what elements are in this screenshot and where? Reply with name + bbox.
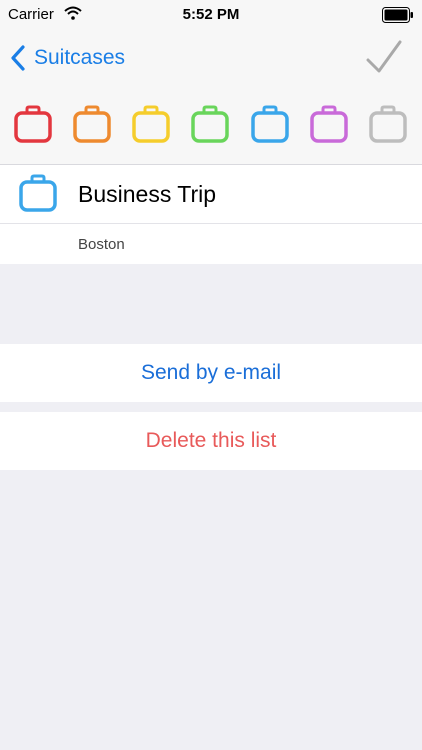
checkmark-icon[interactable] <box>364 38 404 78</box>
suitcase-swatch-orange[interactable] <box>72 104 112 144</box>
suitcase-swatch-yellow[interactable] <box>131 104 171 144</box>
list-title-row <box>0 165 422 224</box>
battery-icon <box>382 7 413 23</box>
back-button-label: Suitcases <box>34 46 126 69</box>
delete-list-button[interactable]: Delete this list <box>0 412 422 470</box>
back-button[interactable]: Suitcases <box>10 40 125 76</box>
color-picker <box>0 88 422 165</box>
list-subtitle-row <box>0 224 422 264</box>
suitcase-swatch-green[interactable] <box>190 104 230 144</box>
suitcase-icon <box>19 174 57 212</box>
suitcase-swatch-red[interactable] <box>13 104 53 144</box>
chevron-left-icon <box>11 45 25 71</box>
status-bar: Carrier 5:52 PM <box>0 0 422 30</box>
status-time: 5:52 PM <box>182 6 240 23</box>
suitcase-swatch-purple[interactable] <box>309 104 349 144</box>
suitcase-swatch-blue[interactable] <box>250 104 290 144</box>
list-subtitle-input[interactable] <box>78 234 398 254</box>
suitcase-swatch-gray[interactable] <box>368 104 408 144</box>
navigation-bar: Suitcases <box>0 30 422 88</box>
send-by-email-button[interactable]: Send by e-mail <box>0 344 422 402</box>
list-title-input[interactable] <box>78 179 398 209</box>
